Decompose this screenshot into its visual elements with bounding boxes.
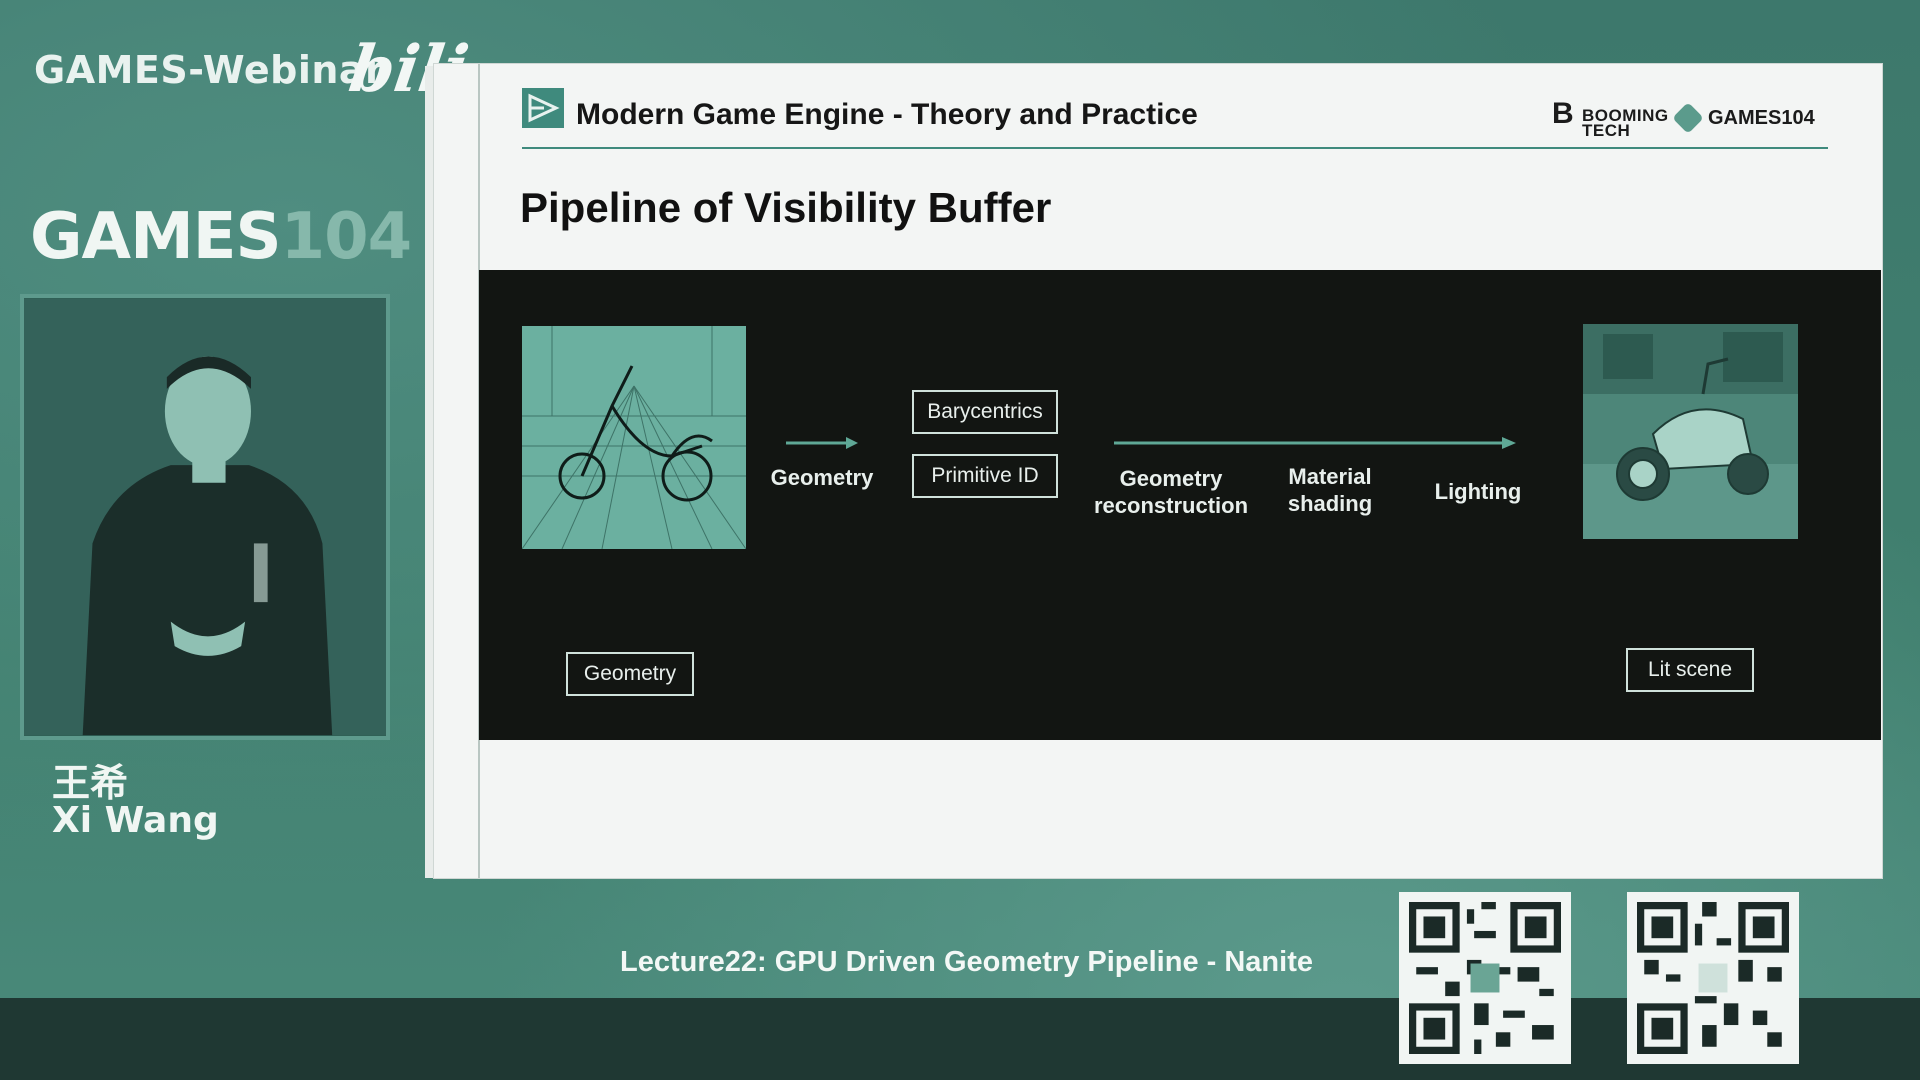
games104-slide-logo-text: GAMES104 [1708, 106, 1815, 129]
barycentrics-box: Barycentrics [912, 390, 1058, 434]
arrow-to-lighting-icon [1114, 437, 1516, 449]
slide-title: Pipeline of Visibility Buffer [520, 184, 1052, 231]
qr-code-course-icon [1637, 902, 1789, 1054]
geometry-reconstruction-label: Geometry reconstruction [1093, 466, 1249, 518]
booming-tech-logo-mark: B [1552, 97, 1575, 130]
games104-hex-icon [1672, 102, 1704, 134]
play-icon [522, 88, 564, 128]
material-shading-label: Material shading [1287, 464, 1373, 516]
booming-tech-logo-line2: TECH [1582, 121, 1631, 140]
speaker-image [24, 298, 386, 736]
lecture-title: Lecture22: GPU Driven Geometry Pipeline … [620, 946, 1313, 978]
header-divider [522, 147, 1828, 149]
games104-logo: GAMES104 [30, 200, 413, 274]
lighting-label: Lighting [1434, 479, 1522, 504]
geometry-caption-box: Geometry [566, 652, 694, 696]
geometry-stage-label: Geometry [770, 465, 874, 490]
speaker-name-english: Xi Wang [52, 800, 219, 841]
speaker-name-chinese: 王希 [52, 761, 129, 805]
qr-code-games [1399, 892, 1571, 1064]
lit-scene-image [1583, 324, 1798, 539]
games104-slide-logo: GAMES104 [1672, 102, 1815, 134]
games104-logo-part1: GAMES [30, 200, 282, 274]
qr-code-course [1627, 892, 1799, 1064]
slide-header-title: Modern Game Engine - Theory and Practice [576, 98, 1198, 131]
games104-logo-part2: 104 [280, 200, 413, 274]
speaker-video [20, 294, 390, 740]
primitive-id-box: Primitive ID [912, 454, 1058, 498]
qr-code-games-icon [1409, 902, 1561, 1054]
lit-scene-caption-box: Lit scene [1626, 648, 1754, 692]
arrow-to-geometry-icon [786, 437, 858, 449]
geometry-render-image [522, 326, 746, 549]
webinar-brand: GAMES-Webinar [34, 48, 385, 92]
